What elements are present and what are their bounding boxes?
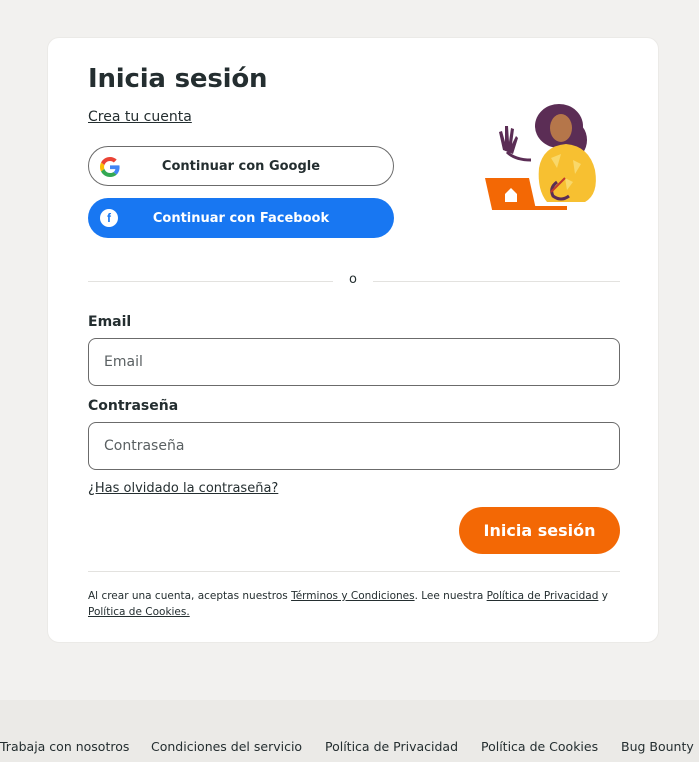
legal-text-1: Al crear una cuenta, aceptas nuestros	[88, 590, 292, 602]
footer-link-terms[interactable]: Condiciones del servicio	[151, 739, 302, 754]
footer-link-careers[interactable]: Trabaja con nosotros	[0, 739, 129, 754]
legal-notice: Al crear una cuenta, aceptas nuestros Té…	[88, 588, 620, 620]
email-field[interactable]	[88, 338, 620, 386]
divider-text: o	[349, 272, 357, 287]
facebook-login-button[interactable]: f Continuar con Facebook	[88, 198, 394, 238]
facebook-button-label: Continuar con Facebook	[152, 210, 330, 226]
forgot-password-link[interactable]: ¿Has olvidado la contraseña?	[88, 481, 278, 496]
legal-text-2: . Lee nuestra	[414, 590, 487, 602]
facebook-logo-icon: f	[99, 208, 119, 228]
email-label: Email	[88, 314, 132, 330]
google-logo-icon	[100, 157, 120, 177]
google-button-label: Continuar con Google	[161, 158, 321, 174]
login-submit-button[interactable]: Inicia sesión	[459, 507, 620, 554]
footer: Trabaja con nosotros Condiciones del ser…	[0, 700, 699, 762]
footer-link-bug-bounty[interactable]: Bug Bounty	[621, 739, 694, 754]
legal-text-3: y	[598, 590, 608, 602]
page-title: Inicia sesión	[88, 64, 268, 94]
person-with-laptop-illustration	[481, 98, 611, 214]
password-label: Contraseña	[88, 398, 179, 414]
divider-right	[373, 281, 620, 282]
footer-link-cookies[interactable]: Política de Cookies	[481, 739, 598, 754]
create-account-link[interactable]: Crea tu cuenta	[88, 109, 192, 125]
terms-link[interactable]: Términos y Condiciones	[291, 590, 415, 602]
login-card: Inicia sesión Crea tu cuenta Continuar c…	[47, 37, 659, 643]
divider-left	[88, 281, 333, 282]
cookies-link[interactable]: Política de Cookies.	[88, 606, 190, 618]
password-field[interactable]	[88, 422, 620, 470]
divider	[88, 571, 620, 572]
privacy-link[interactable]: Política de Privacidad	[487, 590, 599, 602]
google-login-button[interactable]: Continuar con Google	[88, 146, 394, 186]
footer-link-privacy[interactable]: Política de Privacidad	[325, 739, 458, 754]
